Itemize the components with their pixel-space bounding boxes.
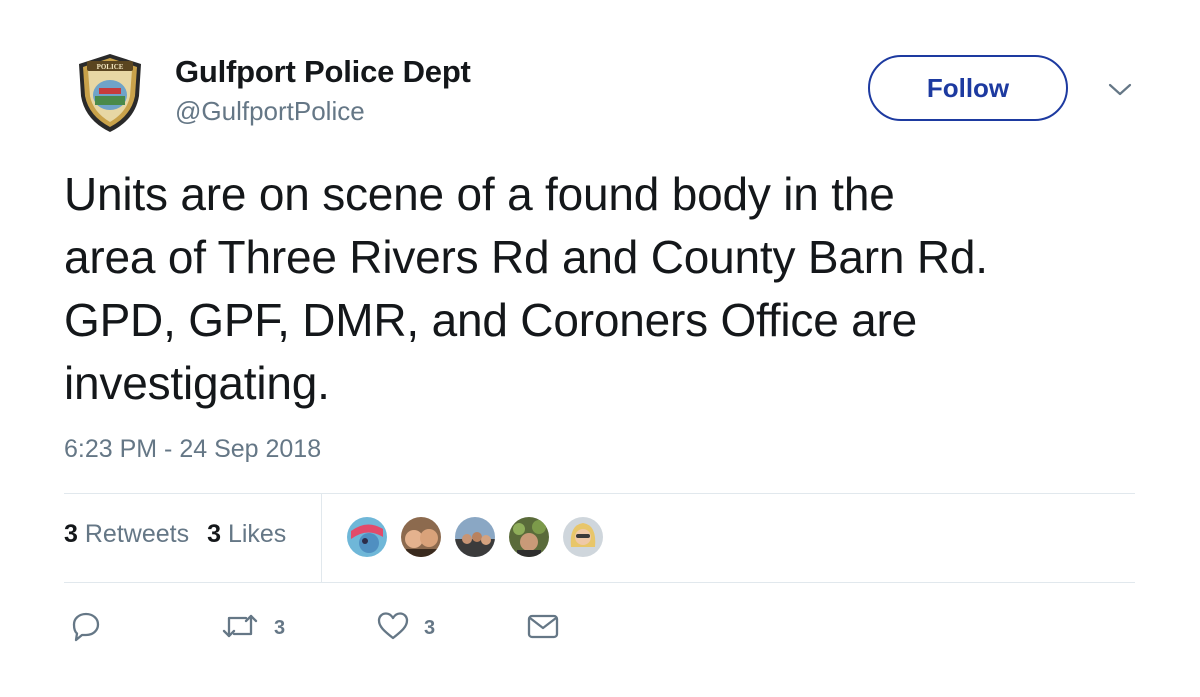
envelope-icon [526, 610, 560, 647]
liker-avatar[interactable] [507, 515, 551, 559]
author-handle[interactable]: @GulfportPolice [175, 96, 365, 127]
divider [64, 493, 1135, 494]
retweets-label: Retweets [84, 520, 190, 548]
reply-icon [70, 610, 102, 647]
follow-button[interactable]: Follow [868, 55, 1068, 121]
tweet-timestamp[interactable]: 6:23 PM - 24 Sep 2018 [64, 435, 321, 464]
retweets-stat[interactable]: 3 Retweets [64, 520, 189, 549]
chevron-down-icon[interactable] [1106, 80, 1134, 100]
tweet-text-line: Units are on scene of a found body in th… [64, 168, 895, 220]
tweet-text-line: investigating. [64, 357, 330, 409]
like-count: 3 [424, 617, 436, 639]
retweet-button[interactable]: 3 [220, 610, 285, 647]
heart-icon [376, 610, 410, 647]
retweets-count: 3 [64, 520, 78, 548]
author-name[interactable]: Gulfport Police Dept [175, 54, 471, 90]
avatar-badge-text: POLICE [97, 63, 124, 71]
liker-avatars [345, 515, 615, 559]
like-button[interactable]: 3 [376, 610, 435, 647]
likes-count: 3 [207, 520, 221, 548]
liker-avatar[interactable] [399, 515, 443, 559]
liker-avatar[interactable] [345, 515, 389, 559]
divider [64, 582, 1135, 583]
liker-avatar[interactable] [453, 515, 497, 559]
reply-button[interactable] [70, 610, 102, 647]
tweet-text: Units are on scene of a found body in th… [64, 163, 1164, 415]
avatar[interactable]: POLICE [75, 52, 145, 134]
tweet-text-line: area of Three Rivers Rd and County Barn … [64, 231, 988, 283]
tweet-stats: 3 Retweets 3 Likes [64, 520, 286, 549]
retweet-icon [220, 610, 260, 647]
liker-avatar[interactable] [561, 515, 605, 559]
direct-message-button[interactable] [526, 610, 560, 647]
retweet-count: 3 [274, 617, 286, 639]
likes-stat[interactable]: 3 Likes [207, 520, 286, 549]
likes-label: Likes [227, 520, 287, 548]
tweet-text-line: GPD, GPF, DMR, and Coroners Office are [64, 294, 918, 346]
stats-divider [321, 494, 322, 582]
